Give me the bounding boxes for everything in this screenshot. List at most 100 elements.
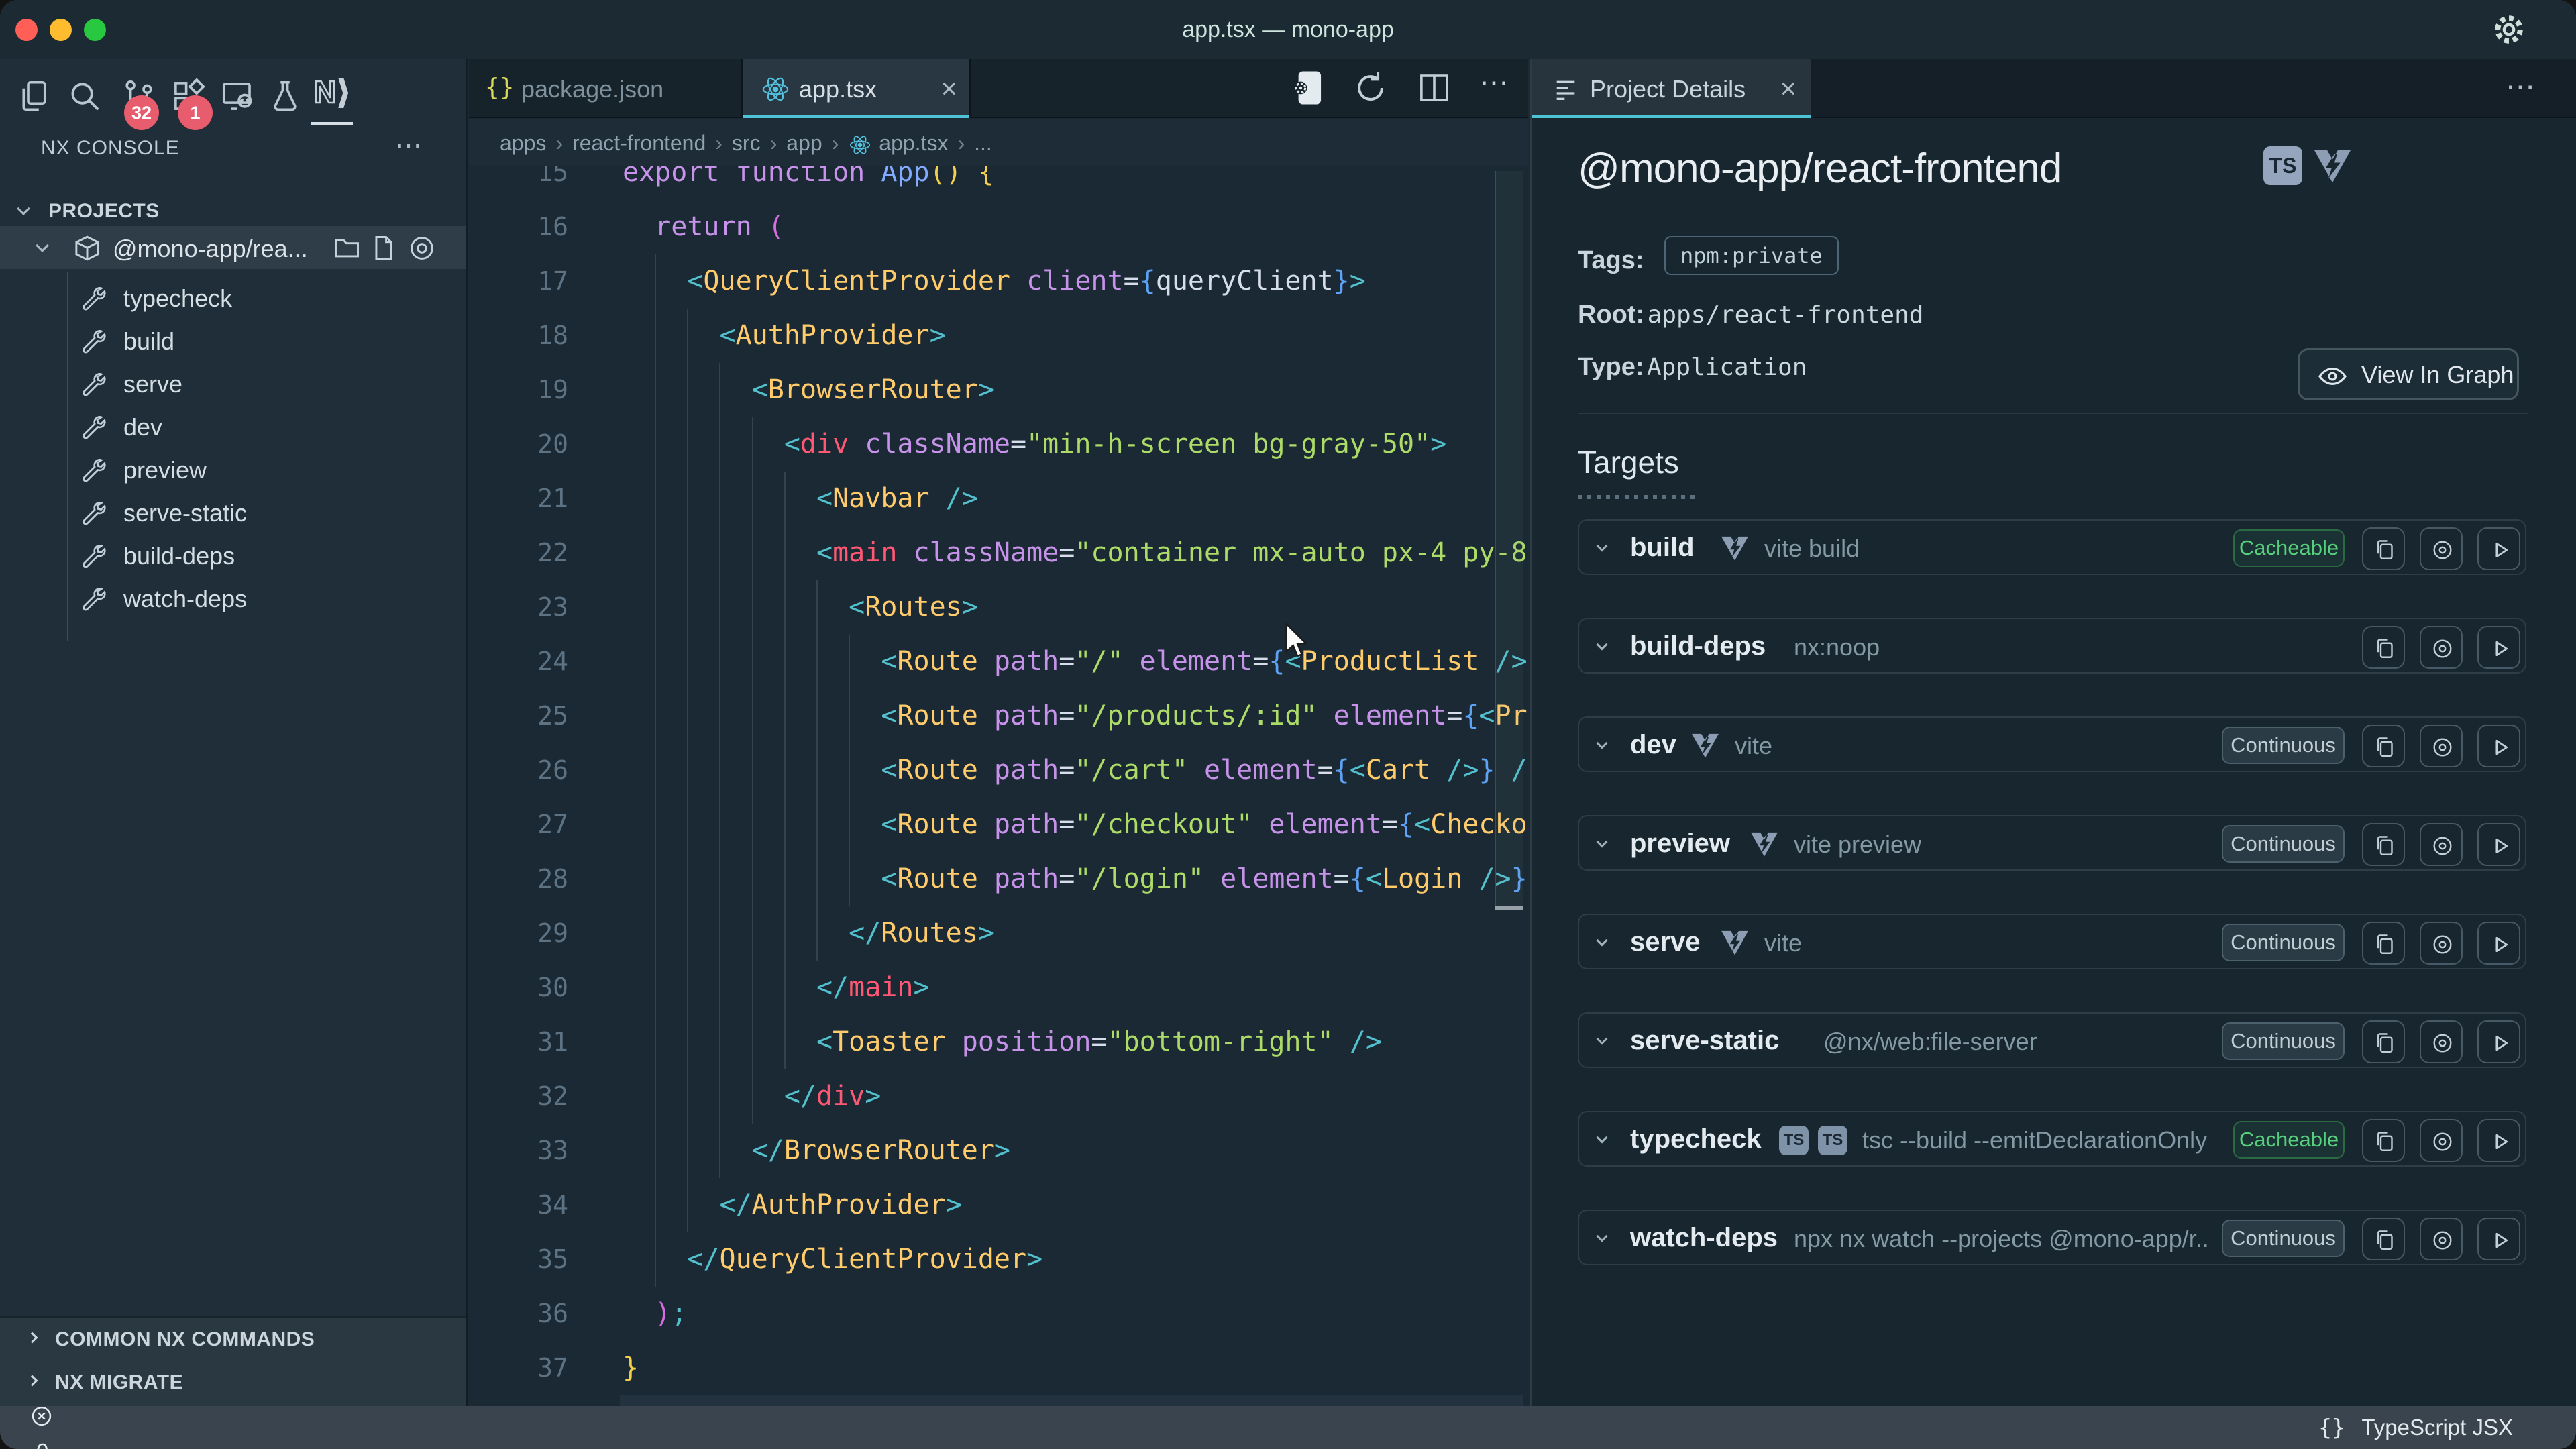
panel-more-icon[interactable]: ⋯ [2506, 70, 2538, 104]
search-icon[interactable] [66, 78, 103, 114]
focus-target-icon[interactable] [2420, 724, 2463, 767]
copy-task-icon[interactable] [2362, 626, 2405, 669]
run-target-icon[interactable] [2477, 724, 2520, 767]
run-target-icon[interactable] [2477, 1020, 2520, 1063]
sidebar-target-build-deps[interactable]: build-deps [0, 533, 466, 576]
run-target-icon[interactable] [2477, 922, 2520, 965]
target-tree: typecheckbuildservedevpreviewserve-stati… [0, 276, 466, 619]
line-number: 19 [469, 363, 568, 417]
focus-target-icon[interactable] [2420, 1119, 2463, 1162]
activity-bar: N⟩ 32 1 [0, 64, 466, 126]
wrench-icon [79, 284, 106, 311]
errors-icon[interactable] [30, 1406, 243, 1430]
language-indicator[interactable]: TypeScript JSX [2361, 1415, 2513, 1440]
project-details-editor-icon[interactable] [1289, 68, 1326, 107]
breadcrumb-item[interactable]: react-frontend [572, 131, 706, 155]
breadcrumb-item[interactable]: app.tsx [879, 131, 948, 155]
focus-target-icon[interactable] [2420, 626, 2463, 669]
target-card-dev[interactable]: devviteContinuous [1578, 716, 2526, 772]
code-line-17: 17 <QueryClientProvider client={queryCli… [469, 254, 1528, 309]
chevron-down-icon[interactable] [1597, 1034, 1608, 1045]
tab-package-json[interactable]: {} package.json [469, 59, 741, 118]
eye-icon [2317, 362, 2348, 390]
run-target-icon[interactable] [2477, 527, 2520, 570]
config-file-icon[interactable] [368, 233, 398, 263]
target-card-watch-deps[interactable]: watch-depsnpx nx watch --projects @mono-… [1578, 1210, 2526, 1265]
close-panel-icon[interactable]: × [1780, 72, 1796, 105]
chevron-down-icon[interactable] [1597, 837, 1608, 848]
run-target-icon[interactable] [2477, 1218, 2520, 1260]
testing-beaker-icon[interactable] [267, 78, 303, 114]
editor-scrollbar[interactable] [1495, 171, 1523, 910]
run-target-icon[interactable] [2477, 1119, 2520, 1162]
tag-badge: npm:private [1664, 236, 1839, 275]
projects-section-header[interactable]: PROJECTS [0, 193, 466, 227]
breadcrumb[interactable]: apps›react-frontend›src›app›app.tsx›... [469, 119, 1528, 166]
explorer-icon[interactable] [16, 78, 52, 114]
copy-task-icon[interactable] [2362, 527, 2405, 570]
typescript-badge: TS [2263, 146, 2302, 185]
folder-icon[interactable] [332, 233, 362, 263]
run-target-icon[interactable] [2477, 626, 2520, 669]
breadcrumb-item[interactable]: app [786, 131, 822, 155]
focus-target-icon[interactable] [2420, 1020, 2463, 1063]
sidebar-target-dev[interactable]: dev [0, 405, 466, 447]
line-number: 25 [469, 689, 568, 743]
target-card-build[interactable]: buildvite buildCacheable [1578, 519, 2526, 575]
copy-task-icon[interactable] [2362, 1218, 2405, 1260]
close-tab-icon[interactable]: × [941, 72, 957, 105]
sidebar-target-serve[interactable]: serve [0, 362, 466, 405]
breadcrumb-item[interactable]: apps [500, 131, 546, 155]
run-target-icon[interactable] [2477, 823, 2520, 866]
copy-task-icon[interactable] [2362, 922, 2405, 965]
more-actions-icon[interactable]: ⋯ [1479, 66, 1512, 100]
chevron-down-icon[interactable] [1597, 639, 1608, 651]
breadcrumb-item[interactable]: ... [974, 131, 992, 155]
chevron-down-icon[interactable] [1597, 1231, 1608, 1242]
sidebar-target-build[interactable]: build [0, 319, 466, 362]
sidebar-target-watch-deps[interactable]: watch-deps [0, 576, 466, 619]
sidebar-item-nx-migrate[interactable]: NX MIGRATE [0, 1360, 466, 1403]
nx-console-icon[interactable]: N⟩ [314, 74, 350, 110]
tab-project-details[interactable]: Project Details × [1532, 59, 1811, 118]
focus-target-icon[interactable] [2420, 527, 2463, 570]
remote-preview-icon[interactable] [219, 78, 256, 114]
focus-target-icon[interactable] [2420, 922, 2463, 965]
vscode-window: app.tsx — mono-app [0, 0, 2576, 1449]
project-row[interactable]: @mono-app/rea... [0, 226, 466, 269]
sidebar-target-serve-static[interactable]: serve-static [0, 490, 466, 533]
target-command: npx nx watch --projects @mono-app/r... [1794, 1225, 2210, 1253]
project-details-panel: Project Details × ⋯ @mono-app/react-fron… [1530, 59, 2576, 1406]
chevron-down-icon[interactable] [1597, 935, 1608, 947]
focus-target-icon[interactable] [2420, 823, 2463, 866]
sidebar-target-typecheck[interactable]: typecheck [0, 276, 466, 319]
target-card-preview[interactable]: previewvite previewContinuous [1578, 815, 2526, 871]
view-in-graph-button[interactable]: View In Graph [2298, 348, 2519, 400]
sidebar-target-preview[interactable]: preview [0, 447, 466, 490]
copy-task-icon[interactable] [2362, 1119, 2405, 1162]
breadcrumb-separator: › [957, 131, 965, 155]
refresh-icon[interactable] [1352, 70, 1389, 106]
code-area[interactable]: 15export function App() {16 return (17 <… [469, 59, 1528, 1406]
target-icon[interactable] [407, 233, 437, 263]
target-card-serve[interactable]: serveviteContinuous [1578, 914, 2526, 969]
breadcrumb-item[interactable]: src [732, 131, 761, 155]
targets-list: buildvite buildCacheable build-depsnx:noo… [1578, 519, 2526, 1308]
copy-task-icon[interactable] [2362, 724, 2405, 767]
sidebar-more-icon[interactable]: ⋯ [395, 130, 425, 161]
split-editor-icon[interactable] [1416, 70, 1452, 106]
tab-app-tsx[interactable]: app.tsx × [741, 59, 971, 118]
target-card-build-deps[interactable]: build-depsnx:noop [1578, 618, 2526, 674]
target-card-typecheck[interactable]: typecheckTSTStsc --build --emitDeclarati… [1578, 1111, 2526, 1167]
chevron-down-icon[interactable] [1597, 1132, 1608, 1144]
copy-task-icon[interactable] [2362, 1020, 2405, 1063]
settings-gear-icon[interactable] [2490, 11, 2528, 48]
language-braces-icon: {} [2318, 1414, 2345, 1440]
focus-target-icon[interactable] [2420, 1218, 2463, 1260]
chevron-down-icon[interactable] [1597, 541, 1608, 552]
chevron-down-icon[interactable] [1597, 738, 1608, 749]
sidebar-item-common-nx-commands[interactable]: COMMON NX COMMANDS [0, 1318, 466, 1360]
line-number: 28 [469, 852, 568, 906]
copy-task-icon[interactable] [2362, 823, 2405, 866]
target-card-serve-static[interactable]: serve-static@nx/web:file-serverContinuou… [1578, 1012, 2526, 1068]
